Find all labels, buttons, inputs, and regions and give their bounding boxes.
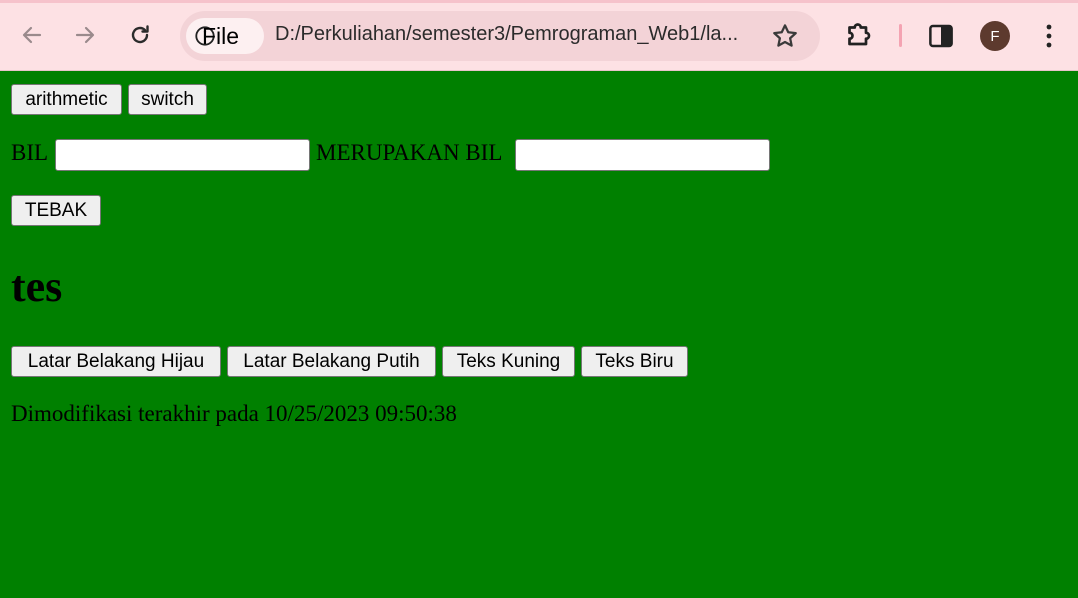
tab-strip-edge <box>0 0 1078 3</box>
kebab-menu-icon[interactable] <box>1036 21 1062 51</box>
merupakan-bil-label: MERUPAKAN BIL <box>316 140 503 165</box>
bg-white-button[interactable]: Latar Belakang Putih <box>227 346 436 377</box>
reload-button[interactable] <box>121 16 159 54</box>
side-panel-icon[interactable] <box>926 21 956 51</box>
arithmetic-button[interactable]: arithmetic <box>11 84 122 115</box>
switch-button[interactable]: switch <box>128 84 207 115</box>
tebak-button[interactable]: TEBAK <box>11 195 101 226</box>
extensions-puzzle-icon[interactable] <box>842 17 878 53</box>
last-modified-text: Dimodifikasi terakhir pada 10/25/2023 09… <box>11 401 457 426</box>
bg-green-button[interactable]: Latar Belakang Hijau <box>11 346 221 377</box>
result-input[interactable] <box>515 139 770 171</box>
bil-input[interactable] <box>55 139 310 171</box>
profile-avatar[interactable]: F <box>980 21 1010 51</box>
toolbar-divider <box>899 24 902 47</box>
back-arrow-icon <box>22 26 42 44</box>
site-info-chip[interactable]: File <box>186 18 264 54</box>
bil-label: BIL <box>11 140 49 165</box>
bookmark-star-icon[interactable] <box>770 21 800 51</box>
url-text[interactable]: D:/Perkuliahan/semester3/Pemrograman_Web… <box>275 23 760 46</box>
text-blue-button[interactable]: Teks Biru <box>581 346 688 377</box>
reload-icon <box>131 25 149 44</box>
text-yellow-button[interactable]: Teks Kuning <box>442 346 575 377</box>
browser-toolbar: File D:/Perkuliahan/semester3/Pemrograma… <box>0 0 1078 71</box>
page-heading: tes <box>11 262 63 311</box>
page-body: arithmetic switch BIL MERUPAKAN BIL TEBA… <box>0 71 1078 598</box>
forward-arrow-icon <box>75 26 95 44</box>
site-chip-label: File <box>202 22 240 49</box>
back-button[interactable] <box>13 16 51 54</box>
forward-button[interactable] <box>66 16 104 54</box>
address-bar[interactable]: File D:/Perkuliahan/semester3/Pemrograma… <box>180 11 820 61</box>
